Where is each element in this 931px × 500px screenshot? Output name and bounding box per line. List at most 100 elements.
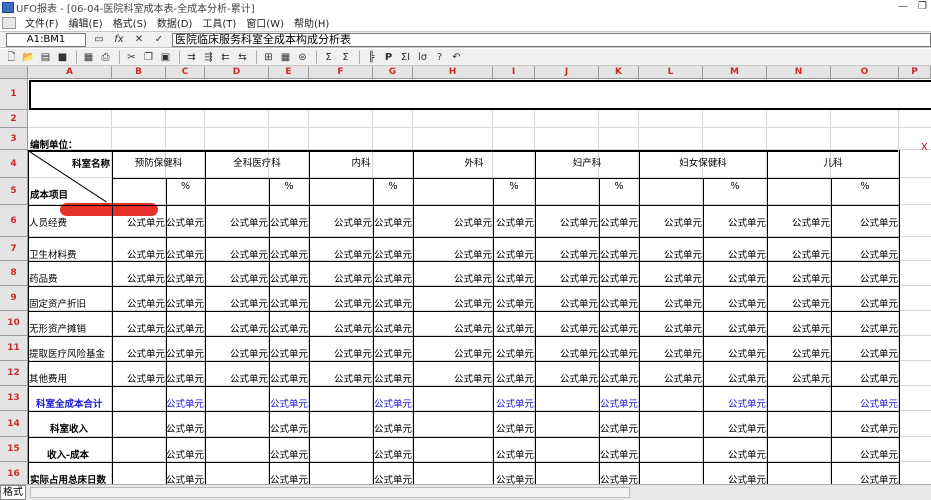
- formula-cell[interactable]: 公式单元: [413, 271, 492, 285]
- formula-cell[interactable]: 公式单元: [493, 296, 534, 310]
- formula-cell[interactable]: 公式单元: [535, 215, 598, 229]
- formula-cell[interactable]: 公式单元: [413, 247, 492, 261]
- formula-cell[interactable]: 公式单元: [831, 247, 898, 261]
- formula-cell[interactable]: 公式单元: [831, 321, 898, 335]
- column-header[interactable]: N: [767, 66, 831, 79]
- formula-cell[interactable]: 公式单元: [767, 271, 830, 285]
- formula-cell[interactable]: 公式单元: [205, 296, 268, 310]
- sum-icon[interactable]: Σ: [321, 51, 336, 64]
- table-icon[interactable]: ⊞: [261, 51, 276, 64]
- chart-icon[interactable]: ╠: [364, 51, 379, 64]
- formula-cell[interactable]: 公式单元: [599, 421, 638, 435]
- formula-cell[interactable]: 公式单元: [493, 215, 534, 229]
- sum-aggregate-icon[interactable]: Σ: [338, 51, 353, 64]
- row-header[interactable]: 16: [0, 462, 28, 484]
- formula-cell[interactable]: 公式单元: [309, 371, 372, 385]
- row-header[interactable]: 3: [0, 128, 28, 150]
- formula-cell[interactable]: 公式单元: [413, 346, 492, 360]
- formula-cell[interactable]: 公式单元: [373, 321, 412, 335]
- formula-cell[interactable]: 公式单元: [269, 371, 308, 385]
- formula-cell[interactable]: 公式单元: [703, 271, 766, 285]
- column-header[interactable]: P: [899, 66, 931, 79]
- formula-cell[interactable]: 公式单元: [493, 447, 534, 461]
- formula-cell[interactable]: 公式单元: [703, 447, 766, 461]
- menu-tools[interactable]: 工具(T): [197, 15, 241, 30]
- paste-icon[interactable]: ▣: [158, 51, 173, 64]
- formula-cell[interactable]: 公式单元: [703, 421, 766, 435]
- formula-cell[interactable]: 公式单元: [269, 215, 308, 229]
- formula-cell[interactable]: 公式单元: [703, 472, 766, 484]
- formula-cell[interactable]: 公式单元: [493, 396, 534, 410]
- row-header[interactable]: 13: [0, 386, 28, 411]
- column-header[interactable]: O: [831, 66, 899, 79]
- formula-cell[interactable]: 公式单元: [413, 371, 492, 385]
- formula-cell[interactable]: 公式单元: [373, 371, 412, 385]
- formula-cell[interactable]: 公式单元: [413, 296, 492, 310]
- formula-cell[interactable]: 公式单元: [205, 321, 268, 335]
- row-header[interactable]: 5: [0, 178, 28, 205]
- formula-cell[interactable]: 公式单元: [535, 321, 598, 335]
- open-icon[interactable]: ▤: [38, 51, 53, 64]
- formula-cell[interactable]: 公式单元: [639, 271, 702, 285]
- formula-cell[interactable]: 公式单元: [599, 215, 638, 229]
- row-header[interactable]: 9: [0, 286, 28, 311]
- formula-cell[interactable]: 公式单元: [309, 271, 372, 285]
- column-header[interactable]: H: [413, 66, 493, 79]
- column-header[interactable]: B: [112, 66, 166, 79]
- horizontal-scrollbar[interactable]: [30, 487, 630, 498]
- formula-cell[interactable]: 公式单元: [493, 472, 534, 484]
- formula-cell[interactable]: 公式单元: [639, 296, 702, 310]
- formula-cell[interactable]: 公式单元: [112, 321, 165, 335]
- formula-cell[interactable]: 公式单元: [831, 271, 898, 285]
- formula-cell[interactable]: 公式单元: [166, 296, 204, 310]
- formula-cell[interactable]: 公式单元: [166, 371, 204, 385]
- row-header[interactable]: 14: [0, 411, 28, 437]
- formula-cell[interactable]: 公式单元: [639, 247, 702, 261]
- row-header[interactable]: 11: [0, 336, 28, 361]
- formula-cell[interactable]: 公式单元: [493, 271, 534, 285]
- formula-cell[interactable]: 公式单元: [599, 396, 638, 410]
- formula-cell[interactable]: 公式单元: [639, 321, 702, 335]
- formula-cell[interactable]: 公式单元: [166, 321, 204, 335]
- formula-cell[interactable]: 公式单元: [269, 271, 308, 285]
- formula-cell[interactable]: 公式单元: [166, 346, 204, 360]
- formula-cell[interactable]: 公式单元: [166, 447, 204, 461]
- column-header[interactable]: J: [535, 66, 599, 79]
- cancel-edit-icon[interactable]: ✕: [132, 34, 146, 46]
- formula-input[interactable]: 医院临床服务科室全成本构成分析表: [172, 32, 931, 47]
- formula-cell[interactable]: 公式单元: [205, 215, 268, 229]
- formula-cell[interactable]: 公式单元: [269, 447, 308, 461]
- column-header[interactable]: D: [205, 66, 269, 79]
- formula-cell[interactable]: 公式单元: [269, 396, 308, 410]
- formula-cell[interactable]: 公式单元: [767, 296, 830, 310]
- formula-cell[interactable]: 公式单元: [373, 296, 412, 310]
- formula-cell[interactable]: 公式单元: [269, 296, 308, 310]
- row-header[interactable]: 1: [0, 79, 28, 110]
- log-icon[interactable]: lσ: [415, 51, 430, 64]
- formula-cell[interactable]: 公式单元: [166, 247, 204, 261]
- minimize-button[interactable]: —: [898, 1, 908, 12]
- column-header[interactable]: K: [599, 66, 639, 79]
- column-header[interactable]: G: [373, 66, 413, 79]
- formula-cell[interactable]: 公式单元: [205, 247, 268, 261]
- row-header[interactable]: 2: [0, 110, 28, 128]
- formula-cell[interactable]: 公式单元: [599, 346, 638, 360]
- formula-cell[interactable]: 公式单元: [112, 296, 165, 310]
- formula-cell[interactable]: 公式单元: [269, 321, 308, 335]
- column-header[interactable]: C: [166, 66, 205, 79]
- formula-cell[interactable]: 公式单元: [767, 371, 830, 385]
- formula-cell[interactable]: 公式单元: [599, 371, 638, 385]
- column-header[interactable]: I: [493, 66, 535, 79]
- column-header[interactable]: E: [269, 66, 309, 79]
- formula-cell[interactable]: 公式单元: [493, 346, 534, 360]
- menu-format[interactable]: 格式(S): [108, 15, 152, 30]
- formula-cell[interactable]: 公式单元: [493, 371, 534, 385]
- formula-cell[interactable]: 公式单元: [166, 472, 204, 484]
- row-header[interactable]: 4: [0, 150, 28, 178]
- column-header[interactable]: M: [703, 66, 767, 79]
- formula-cell[interactable]: 公式单元: [535, 371, 598, 385]
- formula-cell[interactable]: 公式单元: [269, 247, 308, 261]
- column-header[interactable]: F: [309, 66, 373, 79]
- menu-file[interactable]: 文件(F): [20, 15, 64, 30]
- formula-cell[interactable]: 公式单元: [493, 321, 534, 335]
